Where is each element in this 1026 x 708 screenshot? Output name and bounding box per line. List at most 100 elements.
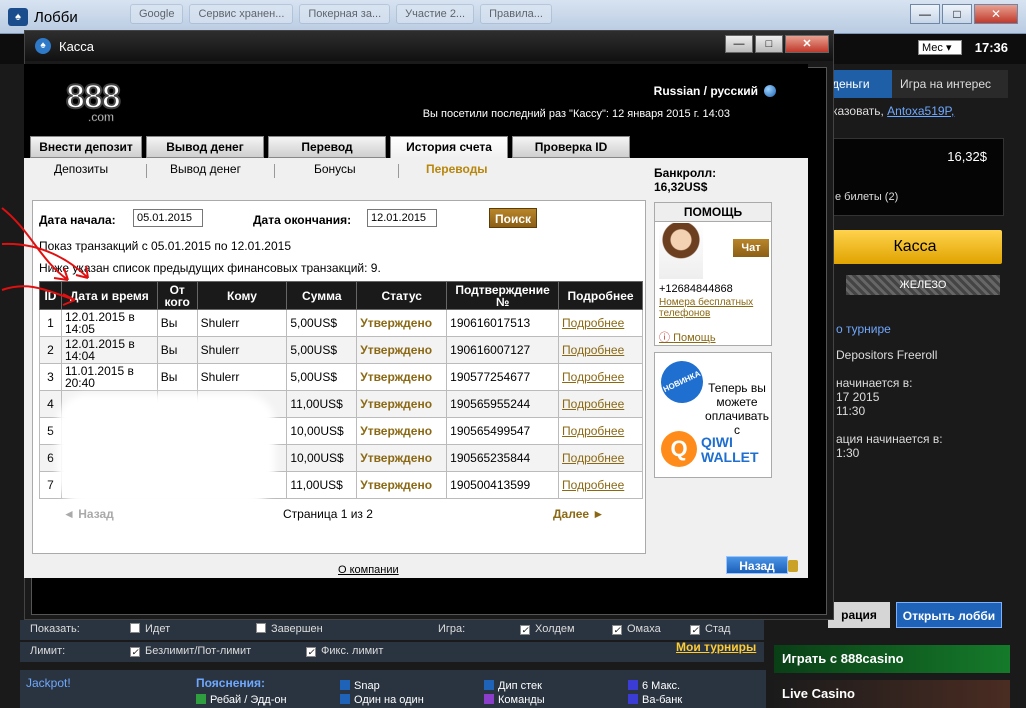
- lobby-window-controls: — □ ✕: [908, 4, 1018, 24]
- search-button[interactable]: Поиск: [489, 208, 537, 228]
- tab-withdraw[interactable]: Вывод денег: [146, 136, 264, 158]
- filter-row-limit: Лимит: ✓ Безлимит/Пот-лимит ✓ Фикс. лимит: [20, 642, 764, 662]
- row-confirmation: 190565955244: [446, 390, 560, 418]
- checkbox-checked-icon[interactable]: ✓: [612, 625, 622, 635]
- checkbox-icon[interactable]: [256, 623, 266, 633]
- tab-play-money[interactable]: Игра на интерес: [892, 70, 1008, 98]
- row-details[interactable]: Подробнее: [558, 417, 643, 445]
- help-link[interactable]: ⓘ Помощь: [659, 329, 716, 345]
- row-to: Shulerr: [196, 336, 288, 364]
- maximize-icon[interactable]: □: [755, 35, 783, 53]
- legend-deep: Дип стек: [484, 680, 542, 692]
- bg-tab[interactable]: Правила...: [480, 4, 552, 24]
- starts-time: 11:30: [836, 404, 866, 418]
- period-select[interactable]: Мес ▾: [918, 40, 962, 55]
- col-confirmation: Подтверждение №: [446, 281, 560, 310]
- subtab-divider: [398, 164, 399, 178]
- filter-omaha[interactable]: ✓ Омаха: [612, 623, 661, 635]
- filter-finished[interactable]: Завершен: [256, 623, 323, 635]
- globe-icon: [764, 85, 776, 97]
- legend-vabank: Ва-банк: [628, 694, 682, 706]
- free-numbers-link[interactable]: Номера бесплатных телефонов: [659, 297, 771, 319]
- casino-banner[interactable]: Играть с 888casino: [774, 645, 1010, 673]
- clock: 17:36: [974, 40, 1008, 55]
- starts-date: 17 2015: [836, 390, 880, 404]
- row-details[interactable]: Подробнее: [558, 444, 643, 472]
- row-details[interactable]: Подробнее: [558, 471, 643, 499]
- bg-tab[interactable]: Сервис хранен...: [189, 4, 294, 24]
- live-casino-banner[interactable]: Live Casino: [774, 680, 1010, 708]
- end-date-label: Дата окончания:: [253, 213, 352, 227]
- filter-nolimit[interactable]: ✓ Безлимит/Пот-лимит: [130, 645, 251, 657]
- row-amount: 10,00US$: [286, 417, 358, 445]
- qiwi-banner[interactable]: НОВИНКА Теперь вы можете оплачивать с Q …: [654, 352, 772, 478]
- row-from: Вы: [156, 309, 198, 337]
- subtab-bonuses[interactable]: Бонусы: [314, 162, 356, 176]
- qiwi-wordmark: QIWI WALLET: [701, 434, 759, 465]
- tab-transfer[interactable]: Перевод: [268, 136, 386, 158]
- cashier-window-controls: — □ ✕: [723, 35, 829, 53]
- 888-logo: 888 .com: [65, 78, 122, 124]
- language-selector[interactable]: Russian / русский: [654, 84, 776, 98]
- maximize-icon[interactable]: □: [942, 4, 972, 24]
- tab-account-history[interactable]: История счета: [390, 136, 508, 158]
- checkbox-checked-icon[interactable]: ✓: [690, 625, 700, 635]
- col-id: ID: [39, 281, 62, 310]
- help-panel: ПОМОЩЬ Чат +12684844868 Номера бесплатны…: [654, 202, 772, 346]
- new-badge: НОВИНКА: [654, 354, 710, 410]
- next-page-button[interactable]: Далее ►: [553, 507, 604, 521]
- row-datetime: 12.01.2015 в 14:04: [60, 336, 158, 364]
- prev-page-button[interactable]: ◄ Назад: [63, 507, 114, 521]
- legend-teams: Команды: [484, 694, 545, 706]
- cashier-tabs: Внести депозит Вывод денег Перевод Истор…: [24, 134, 808, 158]
- row-details[interactable]: Подробнее: [558, 363, 643, 391]
- filter-stud[interactable]: ✓ Стад: [690, 623, 730, 635]
- minimize-icon[interactable]: —: [725, 35, 753, 53]
- row-details[interactable]: Подробнее: [558, 309, 643, 337]
- bg-tab[interactable]: Google: [130, 4, 184, 24]
- row-from: Вы: [156, 363, 198, 391]
- tickets-link[interactable]: е билеты (2): [835, 191, 898, 203]
- registration-button[interactable]: рация: [828, 602, 890, 628]
- cashier-header: [24, 64, 808, 134]
- app-logo-icon: ♠: [8, 8, 28, 26]
- minimize-icon[interactable]: —: [910, 4, 940, 24]
- bg-tab[interactable]: Участие 2...: [396, 4, 475, 24]
- tab-deposit[interactable]: Внести депозит: [30, 136, 142, 158]
- checkbox-checked-icon[interactable]: ✓: [306, 647, 316, 657]
- redaction-smear: [57, 394, 275, 506]
- close-icon[interactable]: ✕: [974, 4, 1018, 24]
- teams-icon: [484, 694, 494, 704]
- row-amount: 10,00US$: [286, 444, 358, 472]
- back-button[interactable]: Назад: [726, 556, 788, 574]
- support-agent-image: [659, 223, 703, 279]
- open-lobby-button[interactable]: Открыть лобби: [896, 602, 1002, 628]
- my-tournaments-link[interactable]: Мои турниры: [676, 640, 756, 654]
- lobby-cashier-button[interactable]: Касса: [828, 230, 1002, 264]
- checkbox-checked-icon[interactable]: ✓: [130, 647, 140, 657]
- row-details[interactable]: Подробнее: [558, 390, 643, 418]
- subtab-transfers[interactable]: Переводы: [426, 162, 488, 176]
- jackpot-link[interactable]: Jackpot!: [26, 676, 71, 690]
- end-date-input[interactable]: 12.01.2015: [367, 209, 437, 227]
- start-date-input[interactable]: 05.01.2015: [133, 209, 203, 227]
- tab-id-check[interactable]: Проверка ID: [512, 136, 630, 158]
- bg-tab[interactable]: Покерная за...: [299, 4, 391, 24]
- filter-going[interactable]: Идет: [130, 623, 170, 635]
- username-link[interactable]: Antoxa519P,: [887, 104, 954, 118]
- subtab-withdrawals[interactable]: Вывод денег: [170, 162, 241, 176]
- about-link[interactable]: О компании: [338, 564, 399, 576]
- subtab-deposits[interactable]: Депозиты: [54, 162, 108, 176]
- qiwi-logo-icon: Q: [661, 431, 697, 467]
- checkbox-checked-icon[interactable]: ✓: [520, 625, 530, 635]
- count-text: Ниже указан список предыдущих финансовых…: [39, 261, 381, 275]
- col-from: От кого: [156, 281, 198, 310]
- col-status: Статус: [356, 281, 448, 310]
- close-icon[interactable]: ✕: [785, 35, 829, 53]
- filter-holdem[interactable]: ✓ Холдем: [520, 623, 575, 635]
- checkbox-icon[interactable]: [130, 623, 140, 633]
- chat-button[interactable]: Чат: [733, 239, 769, 257]
- filter-fixed[interactable]: ✓ Фикс. лимит: [306, 645, 383, 657]
- row-details[interactable]: Подробнее: [558, 336, 643, 364]
- tab-real-money[interactable]: деньги: [828, 70, 892, 98]
